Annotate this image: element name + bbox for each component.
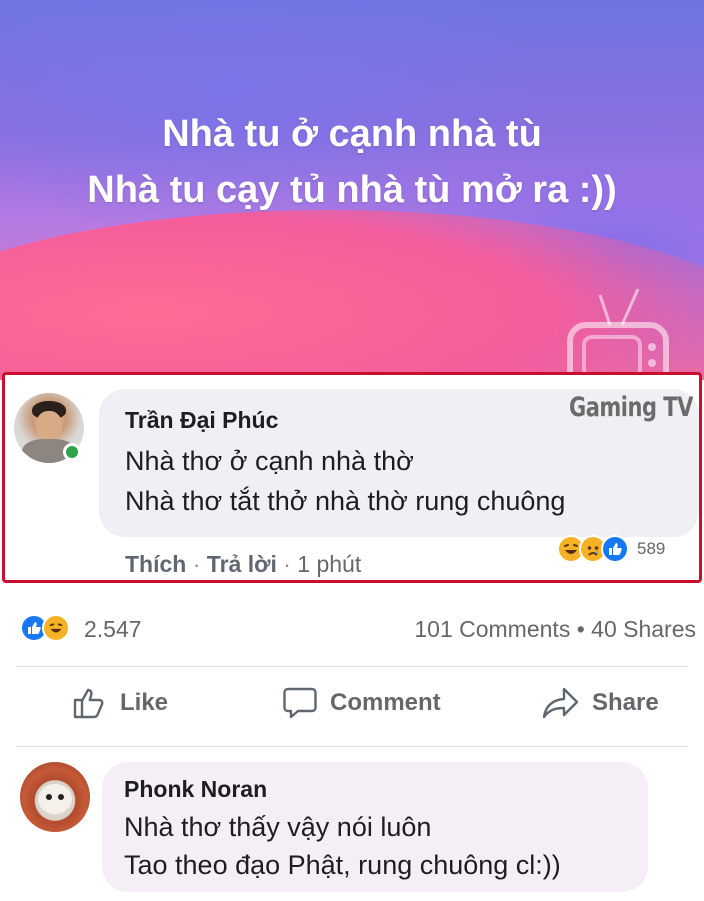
- comments-shares-count[interactable]: 101 Comments • 40 Shares: [414, 616, 696, 643]
- post-stats: 2.547 101 Comments • 40 Shares: [0, 600, 704, 656]
- comment-bubble: Phonk Noran Nhà thơ thấy vậy nói luôn Ta…: [102, 762, 648, 892]
- post-action-bar: Like Comment Share: [0, 672, 704, 742]
- speech-bubble-icon: [283, 687, 317, 719]
- comment-author[interactable]: Trần Đại Phúc: [125, 407, 278, 434]
- comment-reply-link[interactable]: Trả lời: [207, 551, 277, 577]
- status-line-2: Nhà tu cạy tủ nhà tù mở ra :)): [87, 169, 617, 211]
- post-reaction-total[interactable]: 2.547: [84, 616, 142, 643]
- comment-actions: Thích · Trả lời · 1 phút: [125, 551, 362, 577]
- avatar[interactable]: [20, 762, 90, 832]
- post-reaction-icons[interactable]: [20, 614, 70, 642]
- divider: [16, 666, 688, 667]
- online-status-icon: [63, 443, 81, 461]
- comment-bubble: Trần Đại Phúc Nhà thơ ở cạnh nhà thờ Nhà…: [99, 389, 699, 537]
- highlighted-comment: Trần Đại Phúc Nhà thơ ở cạnh nhà thờ Nhà…: [2, 372, 702, 583]
- comment-author[interactable]: Phonk Noran: [124, 776, 267, 803]
- tv-logo-icon: [567, 288, 669, 380]
- watermark-text: Gaming TV: [569, 392, 693, 422]
- comment-text: Nhà thơ ở cạnh nhà thờ Nhà thơ tắt thở n…: [125, 446, 566, 516]
- share-arrow-icon: [542, 687, 579, 719]
- comment-button-label: Comment: [330, 689, 441, 716]
- status-post-background: Nhà tu ở cạnh nhà tù Nhà tu cạy tủ nhà t…: [0, 0, 704, 380]
- thumbs-up-icon: [73, 688, 104, 719]
- status-post-text: Nhà tu ở cạnh nhà tù Nhà tu cạy tủ nhà t…: [0, 106, 704, 218]
- comment-reactions[interactable]: 589: [557, 531, 665, 567]
- comment-like-link[interactable]: Thích: [125, 551, 186, 577]
- like-icon: [601, 535, 629, 563]
- comment-button[interactable]: Comment: [282, 686, 441, 720]
- share-button-label: Share: [592, 689, 659, 716]
- comment-reaction-count: 589: [637, 539, 666, 558]
- comment-timestamp[interactable]: 1 phút: [297, 551, 361, 577]
- like-button[interactable]: Like: [72, 686, 168, 720]
- divider: [16, 746, 688, 747]
- like-button-label: Like: [120, 689, 169, 716]
- comment-text: Nhà thơ thấy vậy nói luôn Tao theo đạo P…: [124, 812, 561, 880]
- haha-icon: [42, 614, 70, 642]
- status-line-1: Nhà tu ở cạnh nhà tù: [162, 113, 542, 155]
- share-button[interactable]: Share: [542, 686, 659, 720]
